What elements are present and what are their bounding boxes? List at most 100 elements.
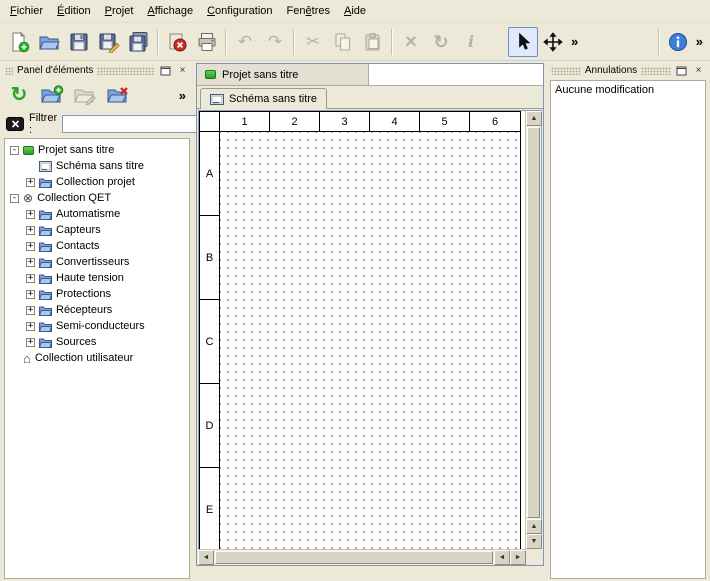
expand-expander-icon[interactable]: + xyxy=(26,258,35,267)
undo-history-list[interactable]: Aucune modification xyxy=(550,80,706,579)
project-window-tab[interactable]: Projet sans titre xyxy=(197,64,369,85)
undo-panel-titlebar[interactable]: Annulations × xyxy=(548,63,708,78)
tree-item-recepteurs[interactable]: + Récepteurs xyxy=(5,302,189,318)
diagram-tab[interactable]: Schéma sans titre xyxy=(200,88,327,109)
tree-item-sources[interactable]: + Sources xyxy=(5,334,189,350)
menu-aide[interactable]: Aide xyxy=(337,0,373,22)
scroll-down-icon[interactable]: ▼ xyxy=(526,534,542,549)
save-as-icon xyxy=(98,31,120,53)
float-dock-button[interactable] xyxy=(675,65,688,77)
application-window: Fichier Édition Projet Affichage Configu… xyxy=(0,0,710,581)
scroll-up-icon[interactable]: ▲ xyxy=(526,111,542,126)
expand-expander-icon[interactable]: + xyxy=(26,290,35,299)
close-dock-button[interactable]: × xyxy=(176,65,189,77)
reload-collections-button[interactable]: ↻ xyxy=(5,81,33,109)
pan-mode-button[interactable] xyxy=(538,27,568,57)
filter-label: Filtrer : xyxy=(29,112,57,136)
tree-item-automatisme[interactable]: + Automatisme xyxy=(5,206,189,222)
diagram-sheet[interactable]: 1 2 3 4 5 6 A B C D E xyxy=(199,111,521,549)
scroll-left-icon[interactable]: ◄ xyxy=(494,550,510,565)
scroll-up-icon[interactable]: ▲ xyxy=(526,519,542,534)
horizontal-scrollbar[interactable]: ◄ ◄ ► xyxy=(198,549,526,565)
print-button[interactable] xyxy=(192,27,222,57)
panel-toolbar-overflow-icon[interactable]: » xyxy=(176,88,189,103)
save-icon xyxy=(68,31,90,53)
tree-item-project[interactable]: - Projet sans titre xyxy=(5,142,189,158)
tree-item-label: Semi-conducteurs xyxy=(56,320,145,332)
menu-projet[interactable]: Projet xyxy=(98,0,141,22)
save-all-button[interactable] xyxy=(124,27,154,57)
tree-item-label: Collection utilisateur xyxy=(35,352,133,364)
menu-affichage[interactable]: Affichage xyxy=(140,0,200,22)
menu-configuration[interactable]: Configuration xyxy=(200,0,279,22)
expand-expander-icon[interactable]: + xyxy=(26,210,35,219)
expand-expander-icon[interactable]: + xyxy=(26,322,35,331)
expand-expander-icon[interactable]: + xyxy=(26,274,35,283)
dock-handle[interactable] xyxy=(641,67,671,75)
menu-edition[interactable]: Édition xyxy=(50,0,98,22)
tree-item-capteurs[interactable]: + Capteurs xyxy=(5,222,189,238)
vertical-scroll-track[interactable] xyxy=(526,126,541,519)
expand-expander-icon[interactable]: + xyxy=(26,178,35,187)
close-dock-button[interactable]: × xyxy=(692,65,705,77)
new-document-button[interactable] xyxy=(4,27,34,57)
tree-item-convertisseurs[interactable]: + Convertisseurs xyxy=(5,254,189,270)
home-icon: ⌂ xyxy=(23,352,31,365)
undo-list-item[interactable]: Aucune modification xyxy=(554,83,702,97)
folder-icon xyxy=(39,321,52,332)
expand-expander-icon[interactable]: + xyxy=(26,242,35,251)
tree-item-collection-projet[interactable]: + Collection projet xyxy=(5,174,189,190)
select-mode-button[interactable] xyxy=(508,27,538,57)
about-button[interactable] xyxy=(663,27,693,57)
toolbar-overflow-icon[interactable]: » xyxy=(568,34,581,49)
row-header: B xyxy=(200,216,220,300)
collapse-expander-icon[interactable]: - xyxy=(10,146,19,155)
horizontal-scroll-thumb[interactable] xyxy=(215,551,493,564)
dock-handle[interactable] xyxy=(5,67,13,75)
scroll-right-icon[interactable]: ► xyxy=(510,550,526,565)
elements-panel-titlebar[interactable]: Panel d'éléments × xyxy=(2,63,192,78)
filter-input[interactable] xyxy=(62,115,212,133)
clear-filter-button[interactable] xyxy=(6,117,24,131)
vertical-scrollbar[interactable]: ▲ ▲ ▼ xyxy=(525,111,541,549)
scroll-left-icon[interactable]: ◄ xyxy=(198,550,214,565)
dock-handle[interactable] xyxy=(97,67,155,75)
delete-element-button[interactable] xyxy=(104,81,132,109)
tree-item-haute-tension[interactable]: + Haute tension xyxy=(5,270,189,286)
tree-item-contacts[interactable]: + Contacts xyxy=(5,238,189,254)
tree-item-collection-utilisateur[interactable]: ⌂ Collection utilisateur xyxy=(5,350,189,366)
expand-expander-icon[interactable]: + xyxy=(26,306,35,315)
save-as-button[interactable] xyxy=(94,27,124,57)
tree-item-label: Haute tension xyxy=(56,272,124,284)
tree-item-schema[interactable]: Schéma sans titre xyxy=(5,158,189,174)
collapse-expander-icon[interactable]: - xyxy=(10,194,19,203)
diagram-grid[interactable] xyxy=(220,132,520,549)
elements-tree[interactable]: - Projet sans titre Schéma sans titre + … xyxy=(4,138,190,579)
project-window-titlebar[interactable]: Projet sans titre xyxy=(197,64,543,86)
expand-expander-icon[interactable]: + xyxy=(26,338,35,347)
float-dock-button[interactable] xyxy=(159,65,172,77)
tree-item-semi-conducteurs[interactable]: + Semi-conducteurs xyxy=(5,318,189,334)
diagram-viewport[interactable]: 1 2 3 4 5 6 A B C D E xyxy=(199,111,525,549)
cut-button: ✂ xyxy=(298,27,328,57)
project-icon xyxy=(205,70,216,79)
toolbar-separator xyxy=(658,29,660,55)
folder-icon xyxy=(39,257,52,268)
close-file-button[interactable] xyxy=(162,27,192,57)
folder-icon xyxy=(39,225,52,236)
copy-button xyxy=(328,27,358,57)
menu-fenetres[interactable]: Fenêtres xyxy=(280,0,337,22)
open-project-button[interactable] xyxy=(34,27,64,57)
save-button[interactable] xyxy=(64,27,94,57)
expand-expander-icon[interactable]: + xyxy=(26,226,35,235)
tree-item-protections[interactable]: + Protections xyxy=(5,286,189,302)
menu-fichier[interactable]: Fichier xyxy=(3,0,50,22)
new-element-button[interactable] xyxy=(38,81,66,109)
toolbar-overflow-right-icon[interactable]: » xyxy=(693,34,706,49)
tree-item-collection-qet[interactable]: - ⊗ Collection QET xyxy=(5,190,189,206)
dock-handle[interactable] xyxy=(551,67,581,75)
vertical-scroll-thumb[interactable] xyxy=(527,127,540,518)
horizontal-scroll-track[interactable] xyxy=(214,550,494,565)
toolbar-separator xyxy=(225,29,227,55)
select-arrow-icon xyxy=(512,31,534,53)
